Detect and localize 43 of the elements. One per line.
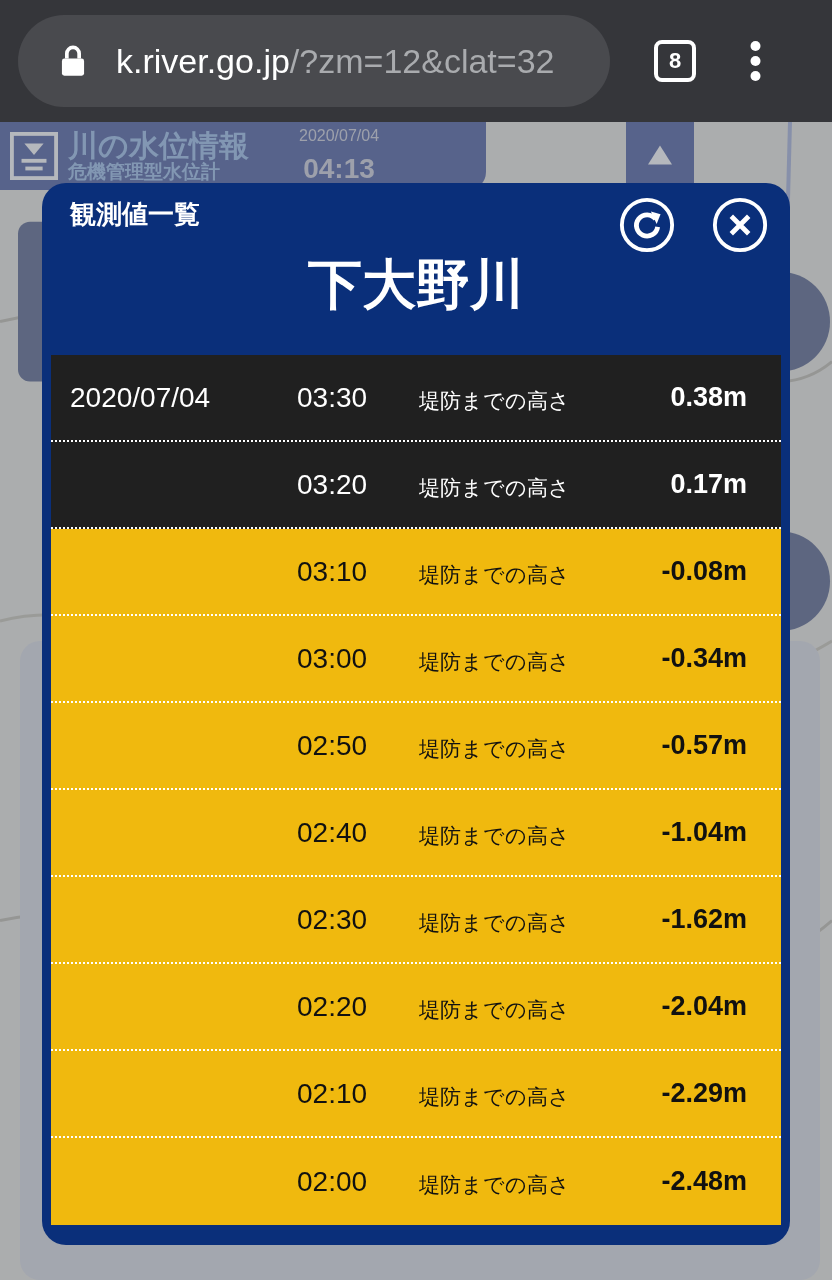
value-cell-text: -0.34m — [660, 643, 747, 674]
time-cell-text: 02:20 — [297, 990, 369, 1023]
close-icon[interactable] — [711, 196, 769, 254]
label-cell-text: 堤防までの高さ — [419, 735, 571, 762]
dialog-caption: 観測値一覧 — [70, 198, 200, 231]
value-cell-text: -2.48m — [660, 1166, 747, 1197]
tab-count-button[interactable]: 8 — [654, 40, 696, 82]
value-cell-text: -0.08m — [660, 556, 747, 587]
value-cell-text: 0.17m — [669, 469, 747, 500]
label-cell-text: 堤防までの高さ — [419, 387, 571, 414]
label-cell-text: 堤防までの高さ — [419, 1083, 571, 1110]
label-cell-text: 堤防までの高さ — [419, 996, 571, 1023]
value-cell-text: -1.62m — [660, 904, 747, 935]
refresh-icon[interactable] — [618, 196, 676, 254]
label-cell-text: 堤防までの高さ — [419, 822, 571, 849]
time-cell-text: 02:50 — [297, 729, 369, 762]
address-bar[interactable]: k.river.go.jp/?zm=12&clat=32 — [18, 15, 610, 107]
time-cell-text: 02:30 — [297, 903, 369, 936]
value-cell-text: -2.04m — [660, 991, 747, 1022]
time-cell-text: 02:00 — [297, 1165, 369, 1198]
label-cell-text: 堤防までの高さ — [419, 648, 571, 675]
update-date: 2020/07/04 — [299, 127, 380, 145]
date-cell-text: 2020/07/04 — [69, 381, 212, 414]
time-cell-text: 03:00 — [297, 642, 369, 675]
menu-icon[interactable] — [750, 41, 761, 81]
time-cell-text: 03:10 — [297, 555, 369, 588]
label-cell-text: 堤防までの高さ — [419, 474, 571, 501]
time-cell-text: 02:40 — [297, 816, 369, 849]
value-cell-text: -0.57m — [660, 730, 747, 761]
value-cell-text: -1.04m — [660, 817, 747, 848]
lock-icon — [60, 45, 86, 77]
triangle-up-icon — [648, 145, 672, 165]
label-cell-text: 堤防までの高さ — [419, 561, 571, 588]
value-cell-text: 0.38m — [669, 382, 747, 413]
time-cell-text: 03:30 — [297, 381, 369, 414]
label-cell-text: 堤防までの高さ — [419, 909, 571, 936]
value-cell-text: -2.29m — [660, 1078, 747, 1109]
water-level-icon — [10, 132, 58, 180]
update-time: 04:13 — [303, 153, 375, 185]
time-cell-text: 03:20 — [297, 468, 369, 501]
river-name: 下大野川 — [308, 253, 524, 316]
time-cell-text: 02:10 — [297, 1077, 369, 1110]
label-cell-text: 堤防までの高さ — [419, 1171, 571, 1198]
